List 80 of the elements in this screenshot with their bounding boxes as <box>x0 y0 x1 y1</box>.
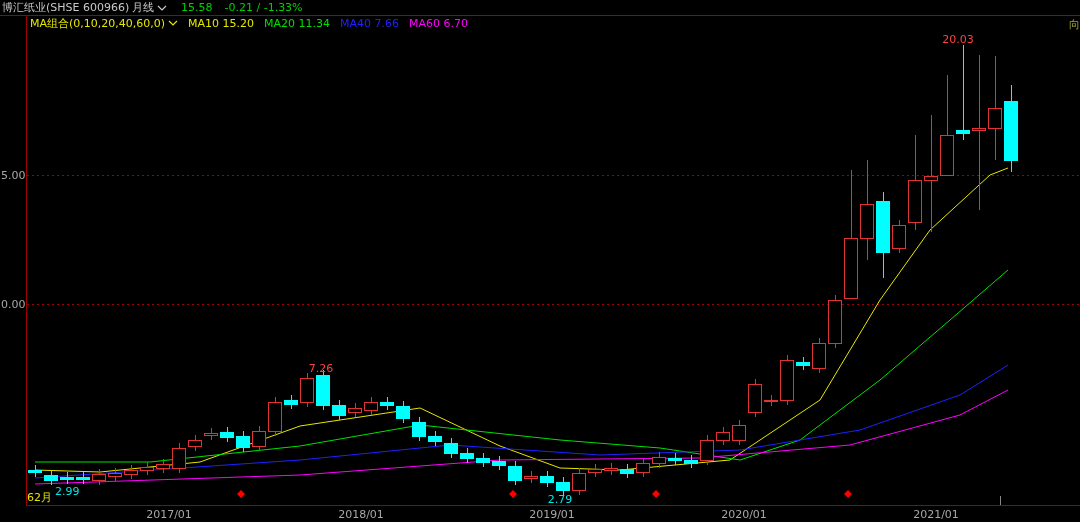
diamond-marker <box>237 490 245 498</box>
candlestick <box>76 471 90 485</box>
tick-mark <box>1000 495 1001 506</box>
candlestick <box>156 458 170 474</box>
candlestick <box>748 378 762 418</box>
candlestick <box>92 468 106 486</box>
candlestick <box>252 425 266 452</box>
candlestick <box>540 470 554 488</box>
candlestick <box>764 394 778 407</box>
candlestick <box>236 430 250 453</box>
candlestick <box>716 426 730 446</box>
ma-value: MA10 15.20 <box>188 16 255 30</box>
period-count: 62月 <box>27 491 52 504</box>
candlestick <box>188 434 202 452</box>
candlestick <box>652 451 666 469</box>
candlestick <box>892 219 906 254</box>
diamond-marker <box>509 490 517 498</box>
candlestick <box>636 457 650 478</box>
candlestick <box>700 434 714 466</box>
x-axis-label: 2020/01 <box>721 508 767 521</box>
stock-title: 博汇纸业(SHSE 600966) <box>1 0 130 15</box>
price-label: 20.03 <box>942 33 974 46</box>
candlestick <box>396 400 410 424</box>
candlestick <box>364 396 378 416</box>
diamond-marker <box>844 490 852 498</box>
candlestick <box>332 399 346 421</box>
candlestick <box>492 455 506 471</box>
candlestick <box>572 467 586 496</box>
candlestick <box>60 471 74 485</box>
candlestick <box>828 294 842 349</box>
price-label: 2.99 <box>55 485 80 498</box>
price-label: 7.26 <box>308 362 334 375</box>
candlestick <box>220 426 234 443</box>
candlestick <box>268 396 282 437</box>
diamond-marker <box>652 490 660 498</box>
ma-value: MA60 6.70 <box>409 16 469 30</box>
ma-dropdown[interactable]: MA组合(0,10,20,40,60,0) <box>30 15 179 31</box>
candlestick <box>604 462 618 476</box>
candlestick <box>588 463 602 478</box>
chevron-down-icon <box>157 4 167 11</box>
candlestick <box>124 464 138 480</box>
candlestick <box>460 447 474 464</box>
candlestick <box>444 437 458 459</box>
candlestick <box>44 469 58 486</box>
candlestick <box>684 454 698 469</box>
candlestick <box>668 452 682 466</box>
candlestick <box>412 416 426 442</box>
candlestick <box>508 460 522 486</box>
candlestick <box>524 470 538 484</box>
candlestick <box>812 337 826 374</box>
candlestick <box>796 356 810 371</box>
candlestick <box>620 463 634 479</box>
candlestick <box>300 372 314 408</box>
candlestick <box>348 402 362 418</box>
x-axis-label: 2018/01 <box>338 508 384 521</box>
candlestick <box>780 354 794 406</box>
y-axis-label: 5.00 <box>1 169 26 182</box>
price-change: -0.21 / -1.33% <box>224 1 303 14</box>
chevron-down-icon <box>168 20 179 26</box>
edge-text: 向 <box>1069 17 1080 32</box>
ma-value: MA40 7.66 <box>340 16 400 30</box>
x-axis-label: 2019/01 <box>529 508 575 521</box>
current-price: 15.58 <box>181 1 213 14</box>
candlestick <box>284 394 298 410</box>
candlestick <box>28 464 42 478</box>
price-label: 2.79 <box>547 493 573 506</box>
x-axis-label: 2017/01 <box>146 508 192 521</box>
ma-value: MA20 11.34 <box>264 16 331 30</box>
x-axis-label: 2021/01 <box>913 508 959 521</box>
candlestick <box>172 442 186 474</box>
y-axis-label: 0.00 <box>1 298 26 311</box>
candlestick <box>732 419 746 446</box>
candlestick <box>380 396 394 411</box>
candlestick <box>556 476 570 496</box>
candlestick <box>140 461 154 476</box>
candlestick <box>204 427 218 441</box>
candlestick <box>428 430 442 447</box>
candlestick <box>476 452 490 468</box>
period-dropdown[interactable]: 月线 <box>130 0 169 15</box>
candlestick <box>108 467 122 482</box>
